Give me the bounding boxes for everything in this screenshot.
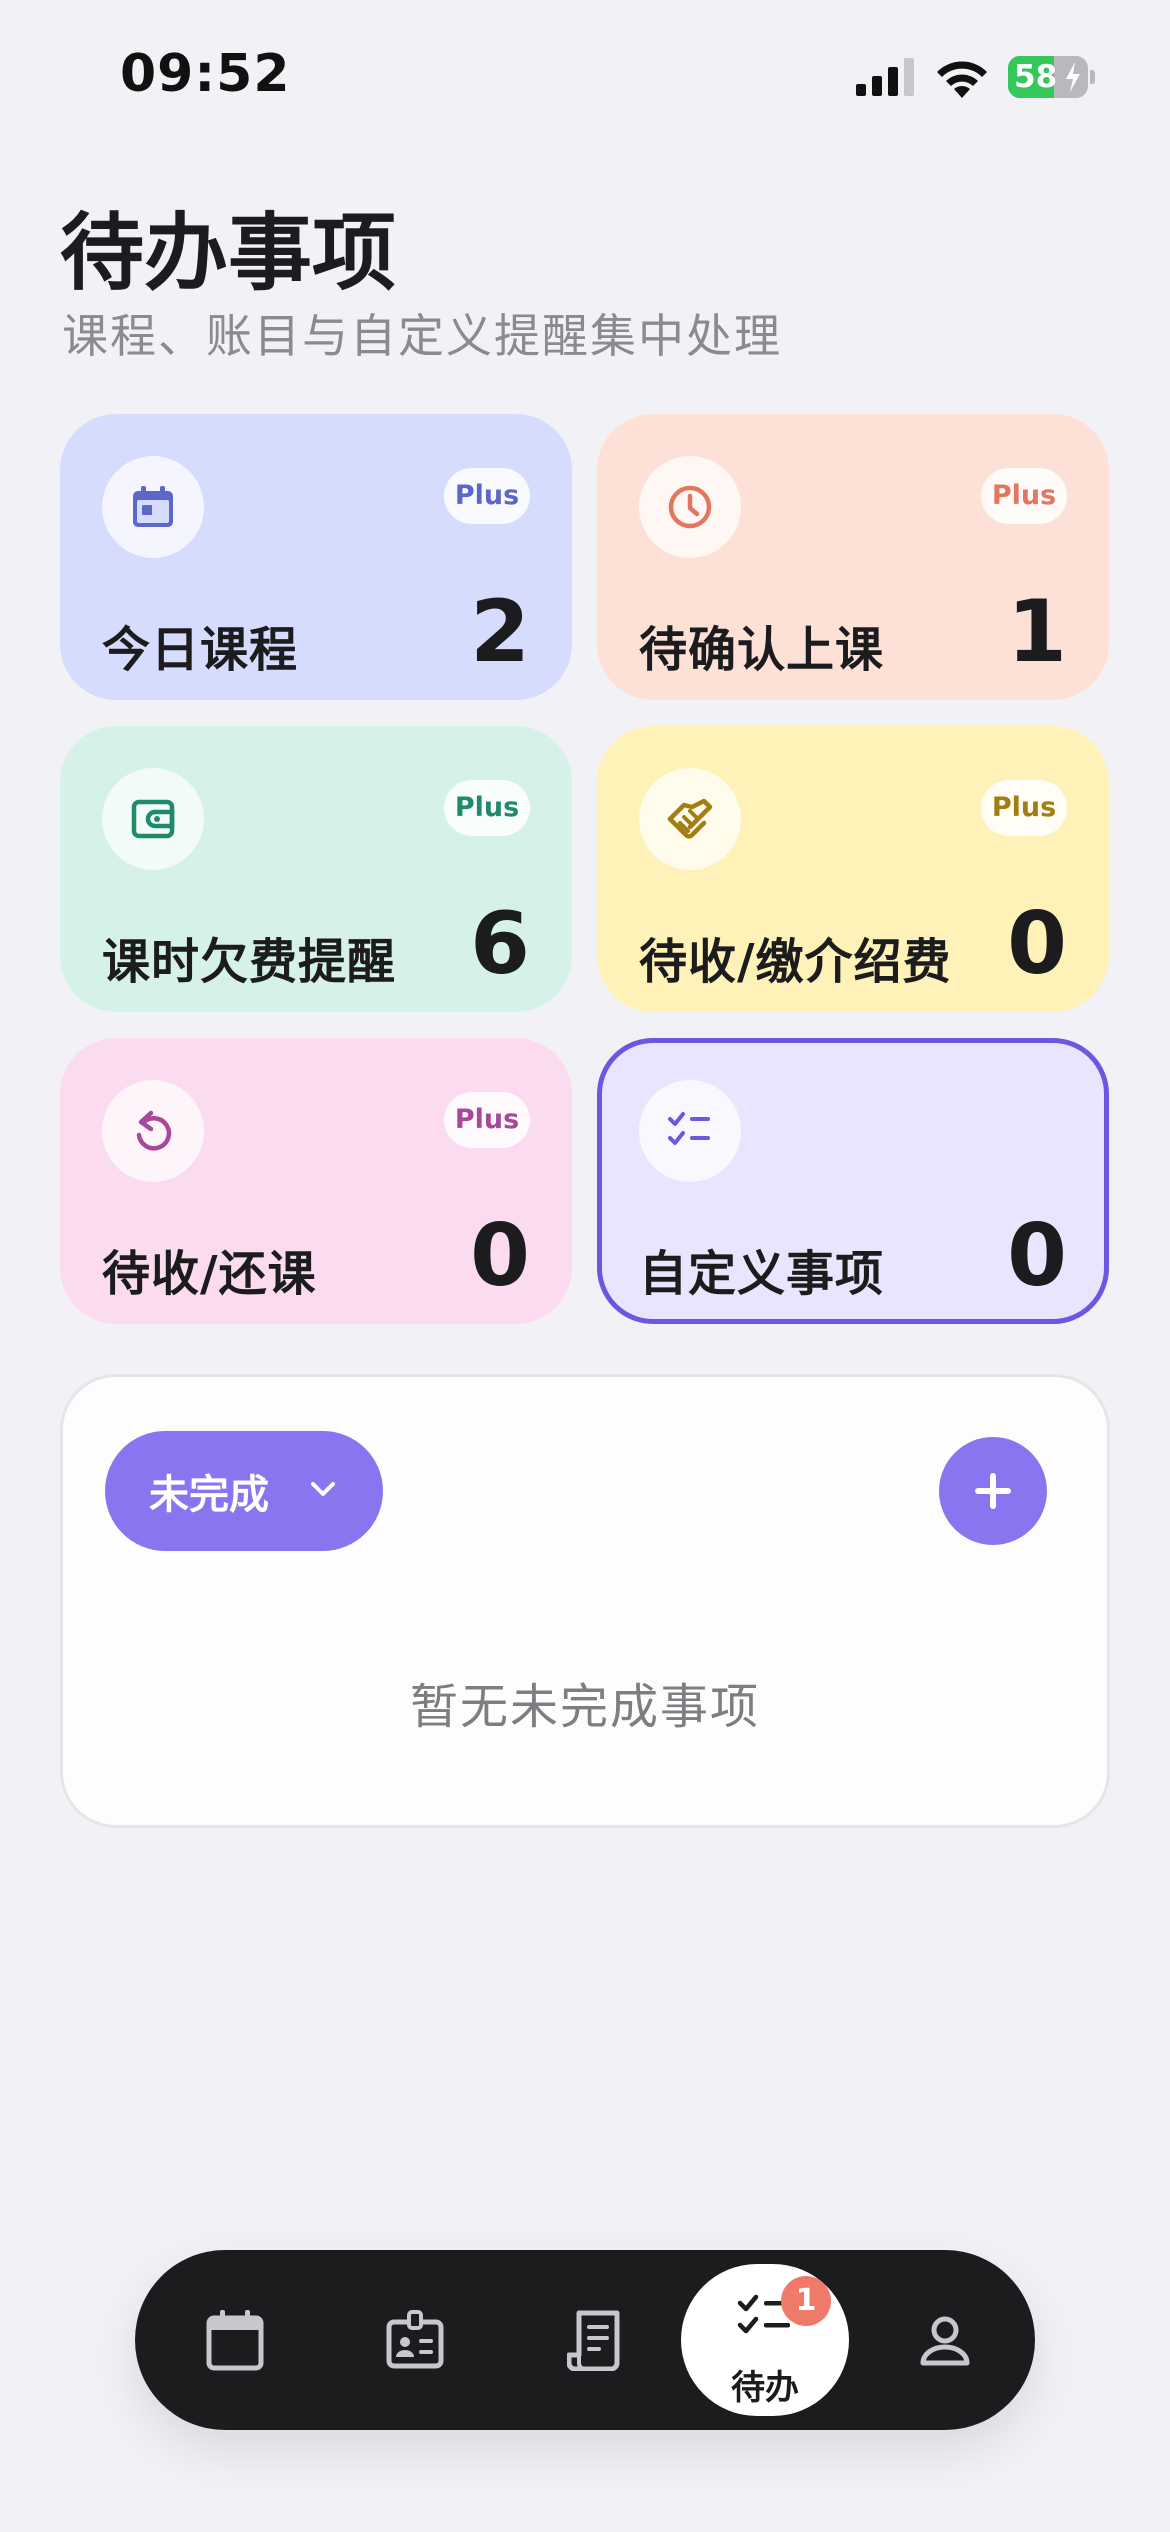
page-title: 待办事项 [60, 204, 397, 302]
battery-cap [1090, 70, 1095, 84]
card-count: 0 [1007, 894, 1067, 994]
clock-icon [668, 485, 712, 529]
card-count: 0 [470, 1206, 530, 1306]
card-label: 课时欠费提醒 [102, 934, 397, 990]
icon-circle [102, 456, 204, 558]
plus-badge: Plus [444, 1092, 530, 1148]
plus-badge: Plus [981, 468, 1067, 524]
card-today-lessons[interactable]: Plus 今日课程 2 [60, 414, 572, 700]
status-time: 09:52 [120, 44, 291, 104]
notification-badge: 1 [781, 2276, 831, 2326]
status-filter-dropdown[interactable]: 未完成 [105, 1431, 383, 1551]
add-item-button[interactable] [939, 1437, 1047, 1545]
tab-row: 待办 1 [135, 2250, 1035, 2430]
undo-icon [136, 1110, 172, 1151]
card-count: 2 [470, 582, 530, 682]
charging-bolt-icon [1066, 62, 1080, 92]
card-label: 自定义事项 [639, 1246, 885, 1302]
card-count: 6 [470, 894, 530, 994]
checklist-icon [668, 1112, 710, 1145]
tab-profile[interactable] [875, 2250, 1015, 2430]
plus-icon [975, 1473, 1011, 1509]
person-icon [920, 2316, 970, 2366]
card-lesson-returns[interactable]: Plus 待收/还课 0 [60, 1038, 572, 1324]
icon-circle [639, 768, 741, 870]
card-label: 待收/缴介绍费 [639, 934, 952, 990]
plus-badge: Plus [444, 780, 530, 836]
card-count: 1 [1007, 582, 1067, 682]
plus-badge: Plus [444, 468, 530, 524]
tab-todo[interactable]: 待办 1 [681, 2264, 849, 2416]
battery-indicator: 58 [1008, 56, 1088, 98]
filter-label: 未完成 [149, 1472, 269, 1518]
id-card-icon [386, 2310, 444, 2369]
card-referral-fees[interactable]: Plus 待收/缴介绍费 0 [597, 726, 1109, 1012]
chevron-down-icon [311, 1482, 335, 1496]
page-subtitle: 课程、账目与自定义提醒集中处理 [62, 309, 782, 363]
wallet-icon [131, 799, 175, 839]
tab-bills[interactable] [525, 2250, 665, 2430]
tab-schedule[interactable] [165, 2250, 305, 2430]
card-custom-items[interactable]: 自定义事项 0 [597, 1038, 1109, 1324]
todo-list-panel: 未完成 暂无未完成事项 [60, 1374, 1110, 1828]
tab-students[interactable] [345, 2250, 485, 2430]
handshake-icon [667, 798, 713, 839]
icon-circle [102, 768, 204, 870]
empty-state-text: 暂无未完成事项 [409, 1679, 760, 1735]
card-count: 0 [1007, 1206, 1067, 1306]
card-label: 待收/还课 [102, 1246, 317, 1302]
tab-todo-label: 待办 [731, 2368, 799, 2408]
receipt-icon [567, 2310, 620, 2371]
card-pending-confirmation[interactable]: Plus 待确认上课 1 [597, 414, 1109, 700]
card-fee-arrears[interactable]: Plus 课时欠费提醒 6 [60, 726, 572, 1012]
calendar-icon [206, 2310, 264, 2371]
todo-screen: 09:52 58 待办事项 课程、账目与自定义提醒集中处理 Plus 今日课程 … [0, 0, 1170, 2532]
icon-circle [639, 1080, 741, 1182]
calendar-icon [133, 486, 173, 527]
card-label: 今日课程 [102, 622, 299, 678]
icon-circle [102, 1080, 204, 1182]
wifi-icon [937, 61, 987, 98]
status-bar: 09:52 58 [0, 0, 1170, 150]
card-label: 待确认上课 [639, 622, 885, 678]
cellular-signal-icon [856, 58, 914, 96]
plus-badge: Plus [981, 780, 1067, 836]
icon-circle [639, 456, 741, 558]
